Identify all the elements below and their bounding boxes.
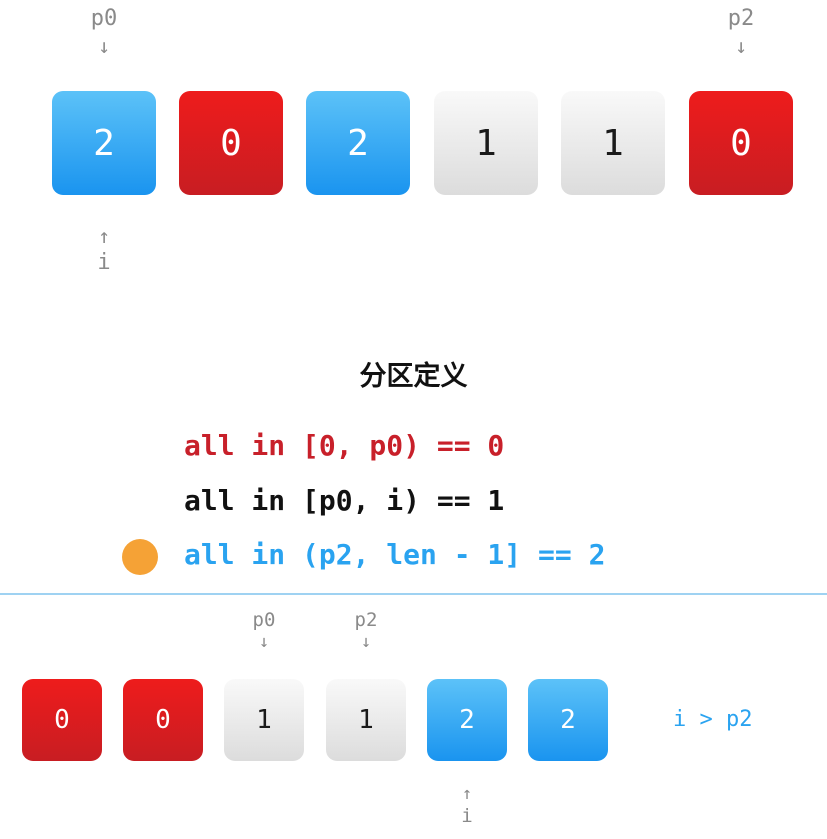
bottom-cell-0: 0 bbox=[22, 679, 102, 761]
top-cell-5: 0 bbox=[689, 91, 793, 195]
top-cell-1: 0 bbox=[179, 91, 283, 195]
condition-label: i > p2 bbox=[673, 707, 753, 732]
top-cell-3: 1 bbox=[434, 91, 538, 195]
divider bbox=[0, 593, 827, 595]
up-arrow-icon: ↑ bbox=[461, 784, 473, 804]
top-p0-pointer: p0 ↓ bbox=[64, 6, 144, 58]
rule-zero: all in [0, p0) == 0 bbox=[184, 429, 505, 462]
bottom-cell-3: 1 bbox=[326, 679, 406, 761]
rule-one: all in [p0, i) == 1 bbox=[184, 484, 505, 517]
top-cell-2: 2 bbox=[306, 91, 410, 195]
top-cell-4: 1 bbox=[561, 91, 665, 195]
bottom-i-pointer: ↑ i bbox=[437, 786, 497, 826]
bottom-p0-pointer: p0 ↓ bbox=[234, 611, 294, 651]
bottom-i-label: i bbox=[461, 805, 473, 827]
bottom-cell-2: 1 bbox=[224, 679, 304, 761]
top-p2-label: p2 bbox=[727, 6, 755, 31]
top-i-label: i bbox=[97, 250, 111, 275]
bottom-p2-pointer: p2 ↓ bbox=[336, 611, 396, 651]
down-arrow-icon: ↓ bbox=[734, 34, 748, 58]
section-title: 分区定义 bbox=[359, 361, 468, 392]
down-arrow-icon: ↓ bbox=[97, 34, 111, 58]
bottom-p2-label: p2 bbox=[354, 609, 378, 631]
down-arrow-icon: ↓ bbox=[258, 632, 270, 652]
top-i-pointer: ↑ i bbox=[64, 226, 144, 274]
bottom-cell-5: 2 bbox=[528, 679, 608, 761]
top-p2-pointer: p2 ↓ bbox=[701, 6, 781, 58]
top-p0-label: p0 bbox=[90, 6, 118, 31]
orange-dot-icon bbox=[122, 539, 158, 575]
up-arrow-icon: ↑ bbox=[97, 224, 111, 248]
down-arrow-icon: ↓ bbox=[360, 632, 372, 652]
bottom-p0-label: p0 bbox=[252, 609, 276, 631]
bottom-cell-1: 0 bbox=[123, 679, 203, 761]
bottom-cell-4: 2 bbox=[427, 679, 507, 761]
rule-two: all in (p2, len - 1] == 2 bbox=[184, 538, 606, 571]
top-cell-0: 2 bbox=[52, 91, 156, 195]
